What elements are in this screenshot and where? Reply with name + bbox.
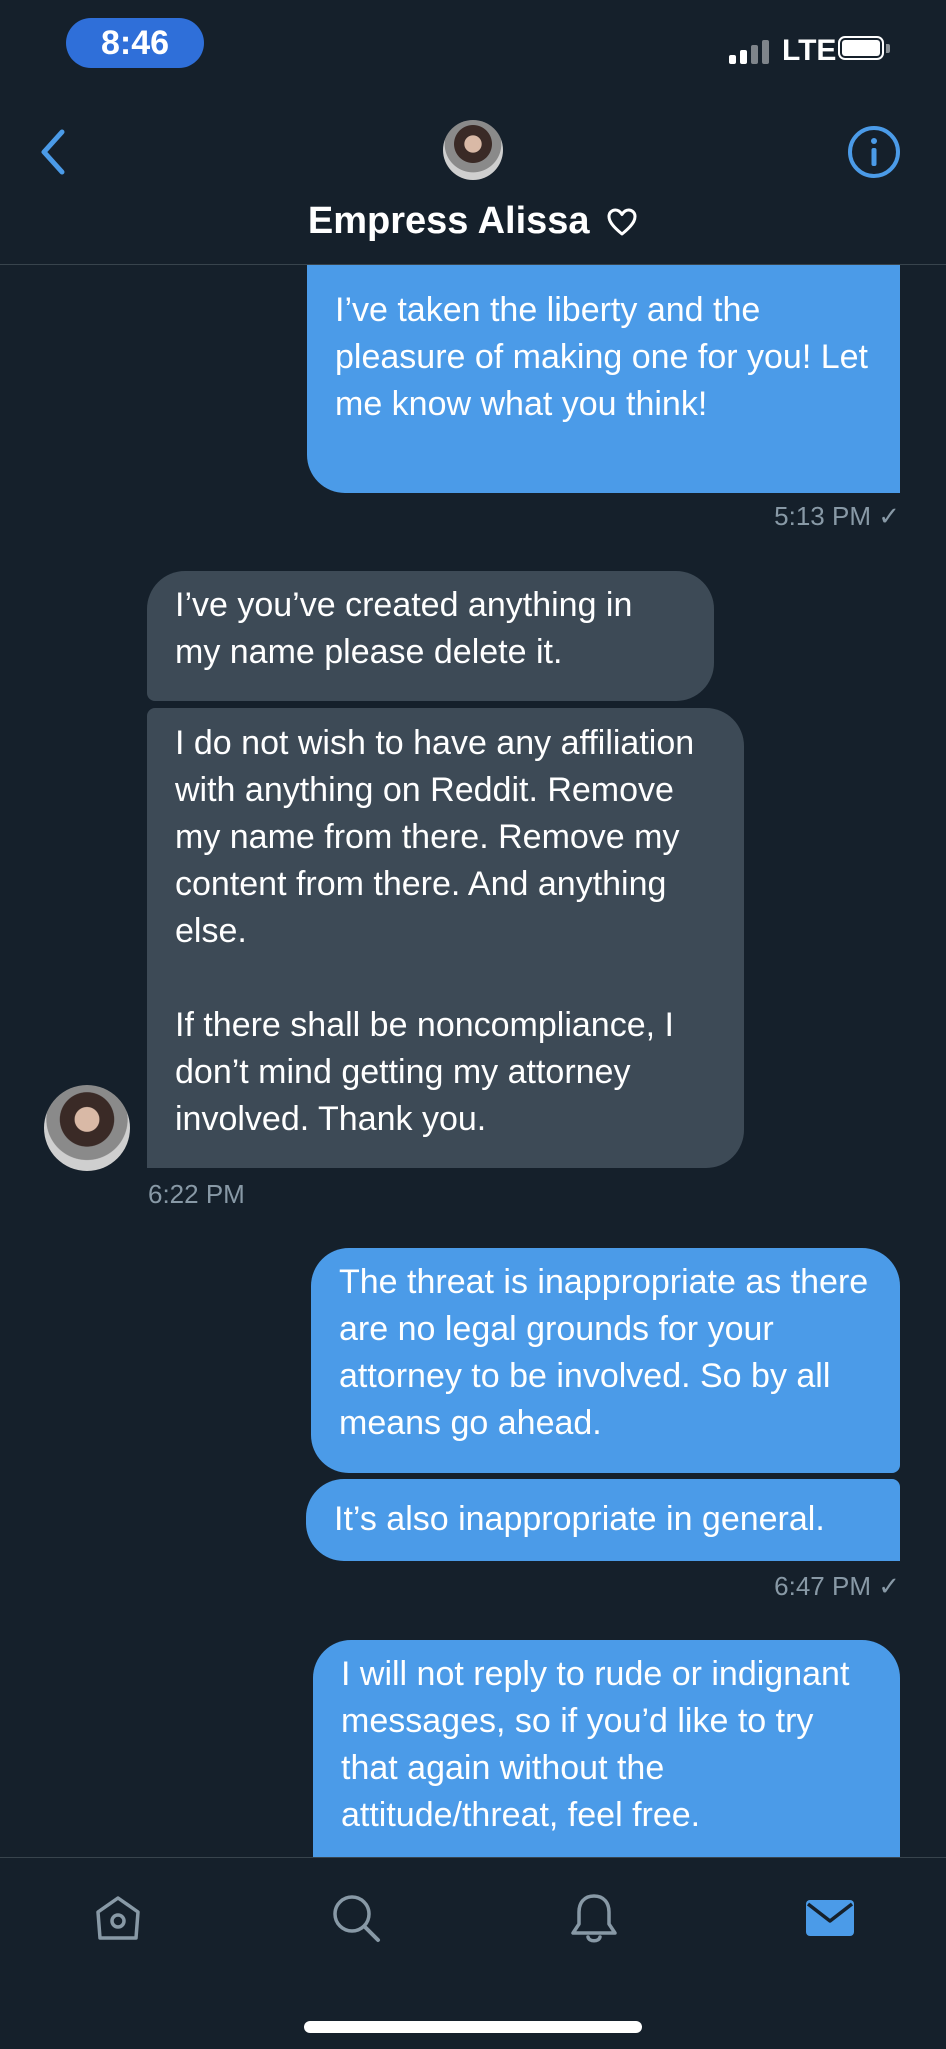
message-timestamp: 6:47 PM ✓ <box>774 1571 900 1601</box>
conversation-header: Empress Alissa <box>0 100 946 265</box>
tab-search[interactable] <box>328 1890 384 1946</box>
sender-avatar[interactable] <box>44 1085 130 1171</box>
tab-messages[interactable] <box>802 1890 858 1946</box>
message-bubble-sent[interactable]: The threat is inappropriate as there are… <box>311 1248 900 1473</box>
bottom-tab-bar <box>0 1857 946 2049</box>
messages-icon <box>806 1900 854 1936</box>
back-button[interactable] <box>34 124 74 180</box>
message-bubble-sent[interactable]: I’ve taken the liberty and the pleasure … <box>307 265 900 493</box>
contact-title[interactable]: Empress Alissa <box>0 200 946 243</box>
message-timestamp: 5:13 PM ✓ <box>774 501 900 531</box>
home-icon <box>96 1896 140 1940</box>
contact-name: Empress Alissa <box>307 200 590 242</box>
tab-home[interactable] <box>90 1890 146 1946</box>
home-indicator[interactable] <box>304 2021 642 2033</box>
chevron-left-icon <box>41 129 65 175</box>
notifications-icon <box>571 1894 617 1943</box>
search-icon <box>333 1895 380 1942</box>
tab-notifications[interactable] <box>566 1890 622 1946</box>
network-type: LTE <box>782 34 837 67</box>
status-time: 8:46 <box>66 18 204 68</box>
message-thread[interactable]: I’ve taken the liberty and the pleasure … <box>0 265 946 1857</box>
message-timestamp: 6:22 PM <box>148 1179 245 1209</box>
battery-icon <box>838 36 890 62</box>
message-bubble-sent[interactable]: It’s also inappropriate in general. <box>306 1479 900 1561</box>
message-bubble-received[interactable]: I do not wish to have any affiliation wi… <box>147 708 744 1168</box>
message-bubble-sent[interactable]: I will not reply to rude or indignant me… <box>313 1640 900 1857</box>
message-bubble-received[interactable]: I’ve you’ve created anything in my name … <box>147 571 714 701</box>
info-icon <box>848 126 900 178</box>
contact-avatar[interactable] <box>443 120 503 180</box>
conversation-info-button[interactable] <box>846 124 902 180</box>
heart-icon <box>607 208 637 236</box>
signal-strength-icon <box>729 40 773 64</box>
